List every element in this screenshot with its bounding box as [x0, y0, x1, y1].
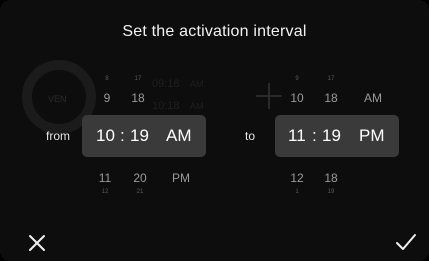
background-plus-icon-stem — [268, 83, 270, 109]
background-day-label: VEN — [48, 94, 67, 104]
background-time-b: 10:18 — [152, 100, 180, 112]
to-minute-tiny-below: 19 — [327, 189, 335, 195]
close-icon[interactable] — [28, 234, 46, 257]
from-hour-tiny-above: 8 — [105, 76, 109, 82]
to-minute-value[interactable]: 19 — [322, 126, 341, 146]
from-minute-above[interactable]: 18 — [128, 91, 148, 105]
from-minute-below[interactable]: 20 — [130, 171, 150, 185]
to-hour-tiny-above: 9 — [295, 76, 299, 82]
dialog-title: Set the activation interval — [122, 23, 307, 40]
to-minute-above[interactable]: 18 — [321, 91, 341, 105]
to-label: to — [245, 129, 256, 143]
to-ampm-value[interactable]: PM — [359, 126, 385, 146]
background-time-b-ampm: AM — [190, 101, 204, 111]
from-ampm-value[interactable]: AM — [166, 126, 192, 146]
from-label: from — [46, 129, 70, 143]
from-ampm-below[interactable]: PM — [168, 171, 194, 185]
check-icon[interactable] — [395, 233, 417, 256]
to-colon: : — [312, 126, 317, 145]
from-colon: : — [120, 126, 125, 145]
to-hour-above[interactable]: 10 — [286, 91, 308, 105]
to-hour-value[interactable]: 11 — [288, 126, 306, 146]
from-minute-tiny-below: 21 — [136, 189, 144, 195]
to-hour-tiny-below: 1 — [295, 189, 299, 195]
to-minute-tiny-above: 17 — [327, 76, 335, 82]
from-hour-value[interactable]: 10 — [96, 126, 115, 146]
activation-interval-dialog: Set the activation interval VEN 09:18 AM… — [0, 0, 429, 261]
background-time-a: 09:18 — [152, 78, 180, 90]
from-minute-tiny-above: 17 — [134, 76, 142, 82]
to-hour-below[interactable]: 12 — [286, 171, 308, 185]
from-hour-below[interactable]: 11 — [95, 171, 115, 185]
to-ampm-above[interactable]: AM — [360, 91, 386, 105]
to-minute-below[interactable]: 18 — [321, 171, 341, 185]
background-time-a-ampm: AM — [190, 79, 204, 89]
from-minute-value[interactable]: 19 — [130, 126, 149, 146]
from-hour-tiny-below: 12 — [101, 189, 109, 195]
from-hour-above[interactable]: 9 — [97, 91, 117, 105]
